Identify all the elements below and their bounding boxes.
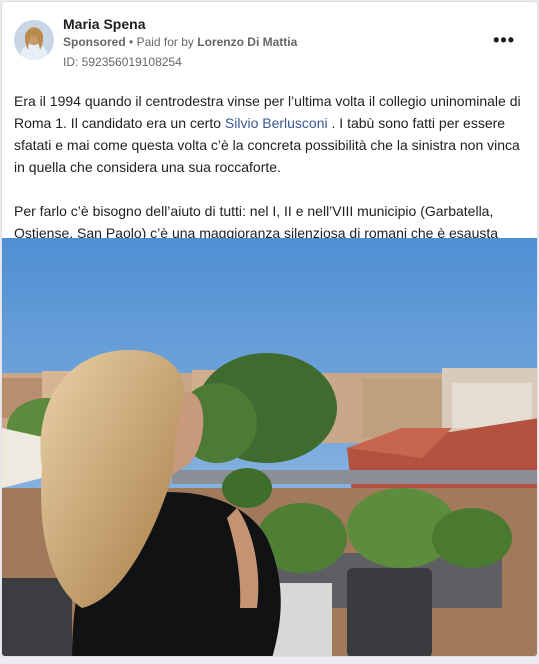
mention-link[interactable]: Silvio Berlusconi xyxy=(225,115,328,131)
sponsor-line: Sponsored • Paid for by Lorenzo Di Matti… xyxy=(63,35,297,49)
paid-for-prefix: Paid for by xyxy=(136,35,194,49)
separator: • xyxy=(129,35,134,49)
post-image[interactable] xyxy=(2,238,537,656)
ad-id: ID: 592356019108254 xyxy=(63,55,182,69)
post-header: Maria Spena Sponsored • Paid for by Lore… xyxy=(2,2,537,82)
paid-for-by-name[interactable]: Lorenzo Di Mattia xyxy=(197,35,297,49)
ad-post-card: Maria Spena Sponsored • Paid for by Lore… xyxy=(1,1,538,657)
paragraph-1: Era il 1994 quando il centrodestra vinse… xyxy=(14,90,528,178)
avatar[interactable] xyxy=(14,20,54,60)
sponsored-label: Sponsored xyxy=(63,35,126,49)
more-options-icon[interactable]: ••• xyxy=(493,30,515,51)
author-name[interactable]: Maria Spena xyxy=(63,16,145,32)
